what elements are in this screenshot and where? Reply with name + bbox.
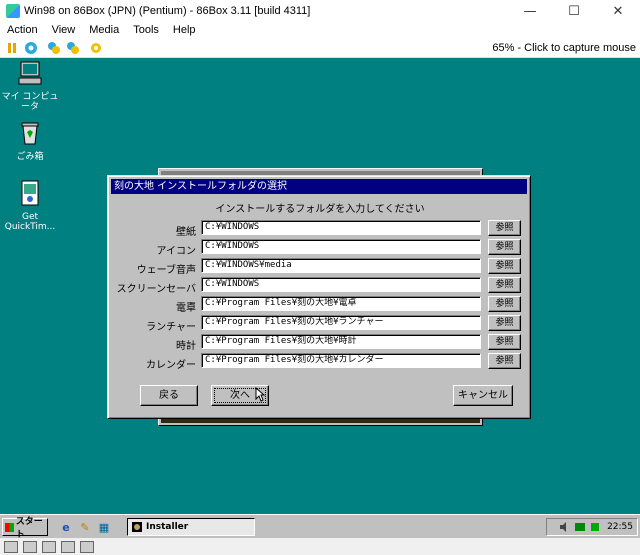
cdrom-icon[interactable]	[23, 540, 37, 553]
guest-taskbar: スタート e ✎ ▦ Installer 22:55	[0, 514, 640, 540]
calendar-folder-input[interactable]: C:¥Program Files¥刻の大地¥カレンダー	[201, 353, 481, 368]
host-statusbar	[0, 538, 640, 555]
menu-action[interactable]: Action	[0, 24, 45, 36]
minimize-button[interactable]: —	[508, 0, 552, 22]
close-button[interactable]: ✕	[596, 0, 640, 22]
menu-media[interactable]: Media	[82, 24, 126, 36]
dialog-prompt: インストールするフォルダを入力してください	[215, 204, 425, 215]
86box-app-icon	[6, 4, 20, 18]
calendar-browse-button[interactable]: 参照	[488, 353, 521, 369]
launcher-folder-input[interactable]: C:¥Program Files¥刻の大地¥ランチャー	[201, 315, 481, 330]
recycle-bin-icon	[21, 122, 39, 145]
desktop-icon-label: マイ コンピュータ	[1, 92, 59, 112]
screensaver-folder-input[interactable]: C:¥WINDOWS	[201, 277, 481, 292]
internet-explorer-icon[interactable]: e	[58, 519, 74, 535]
icon-browse-button[interactable]: 参照	[488, 239, 521, 255]
desktop-icon-quicktime[interactable]: Get QuickTim...	[0, 180, 60, 232]
power-icon[interactable]	[589, 521, 601, 533]
calculator-browse-button[interactable]: 参照	[488, 296, 521, 312]
desktop-icon-label: ごみ箱	[16, 152, 44, 162]
network-icon[interactable]	[574, 521, 586, 533]
desktop-icon-label: Get QuickTim...	[4, 212, 56, 232]
wave-sound-browse-button[interactable]: 参照	[488, 258, 521, 274]
wave-sound-folder-input[interactable]: C:¥WINDOWS¥media	[201, 258, 481, 273]
clock-browse-button[interactable]: 参照	[488, 334, 521, 350]
hard-reset-icon[interactable]	[66, 41, 80, 55]
volume-icon[interactable]	[559, 521, 571, 533]
install-folder-dialog: 刻の大地 インストールフォルダの選択 インストールするフォルダを入力してください…	[107, 175, 531, 419]
dialog-title: 刻の大地 インストールフォルダの選択	[111, 179, 527, 194]
row-label-calculator: 電卓	[176, 303, 196, 314]
clock-folder-input[interactable]: C:¥Program Files¥刻の大地¥時計	[201, 334, 481, 349]
desktop-icon-my-computer[interactable]: マイ コンピュータ	[0, 60, 60, 112]
icon-folder-input[interactable]: C:¥WINDOWS	[201, 239, 481, 254]
pause-icon[interactable]	[5, 41, 19, 55]
outlook-express-icon[interactable]: ✎	[77, 519, 93, 535]
back-button[interactable]: 戻る	[140, 385, 198, 406]
menu-view[interactable]: View	[45, 24, 83, 36]
taskbar-item-installer[interactable]: Installer	[127, 518, 255, 536]
host-menubar: Action View Media Tools Help	[0, 22, 640, 38]
system-tray: 22:55	[546, 518, 638, 536]
launcher-browse-button[interactable]: 参照	[488, 315, 521, 331]
sound-icon[interactable]	[80, 540, 94, 553]
wallpaper-browse-button[interactable]: 参照	[488, 220, 521, 236]
wallpaper-folder-input[interactable]: C:¥WINDOWS	[201, 220, 481, 235]
calculator-folder-input[interactable]: C:¥Program Files¥刻の大地¥電卓	[201, 296, 481, 311]
menu-tools[interactable]: Tools	[126, 24, 166, 36]
row-label-calendar: カレンダー	[146, 360, 196, 371]
row-label-wallpaper: 壁紙	[176, 227, 196, 238]
row-label-launcher: ランチャー	[146, 322, 196, 333]
installer-icon	[132, 522, 142, 532]
guest-desktop: マイ コンピュータ ごみ箱 Get QuickTim... 刻の大地 インストー…	[0, 58, 640, 514]
cancel-button[interactable]: キャンセル	[453, 385, 513, 406]
computer-icon	[18, 61, 42, 85]
start-label: スタート	[15, 517, 43, 540]
host-titlebar: Win98 on 86Box (JPN) (Pentium) - 86Box 3…	[0, 0, 640, 22]
desktop-icon-recycle-bin[interactable]: ごみ箱	[0, 120, 60, 162]
hdd-icon[interactable]	[42, 540, 56, 553]
network-card-icon[interactable]	[61, 540, 75, 553]
quick-launch: e ✎ ▦	[58, 519, 115, 535]
menu-help[interactable]: Help	[166, 24, 203, 36]
host-window-title: Win98 on 86Box (JPN) (Pentium) - 86Box 3…	[24, 5, 311, 17]
clock: 22:55	[607, 522, 633, 532]
start-button[interactable]: スタート	[2, 517, 48, 540]
mouse-cursor-icon	[255, 387, 265, 402]
row-label-wave-sound: ウェーブ音声	[136, 265, 196, 276]
settings-icon[interactable]	[89, 41, 103, 55]
maximize-button[interactable]: ☐	[552, 0, 596, 22]
reset-icon[interactable]	[47, 41, 61, 55]
show-desktop-icon[interactable]: ▦	[96, 519, 112, 535]
windows-flag-icon	[5, 522, 14, 532]
host-status-text: 65% - Click to capture mouse	[492, 41, 636, 54]
ctrl-alt-del-icon[interactable]	[24, 41, 38, 55]
row-label-icon: アイコン	[156, 246, 197, 257]
host-toolbar: 65% - Click to capture mouse	[0, 38, 640, 58]
screensaver-browse-button[interactable]: 参照	[488, 277, 521, 293]
row-label-clock: 時計	[176, 341, 196, 352]
quicktime-icon	[21, 180, 39, 206]
taskbar-item-label: Installer	[146, 522, 189, 532]
floppy-icon[interactable]	[4, 540, 18, 553]
